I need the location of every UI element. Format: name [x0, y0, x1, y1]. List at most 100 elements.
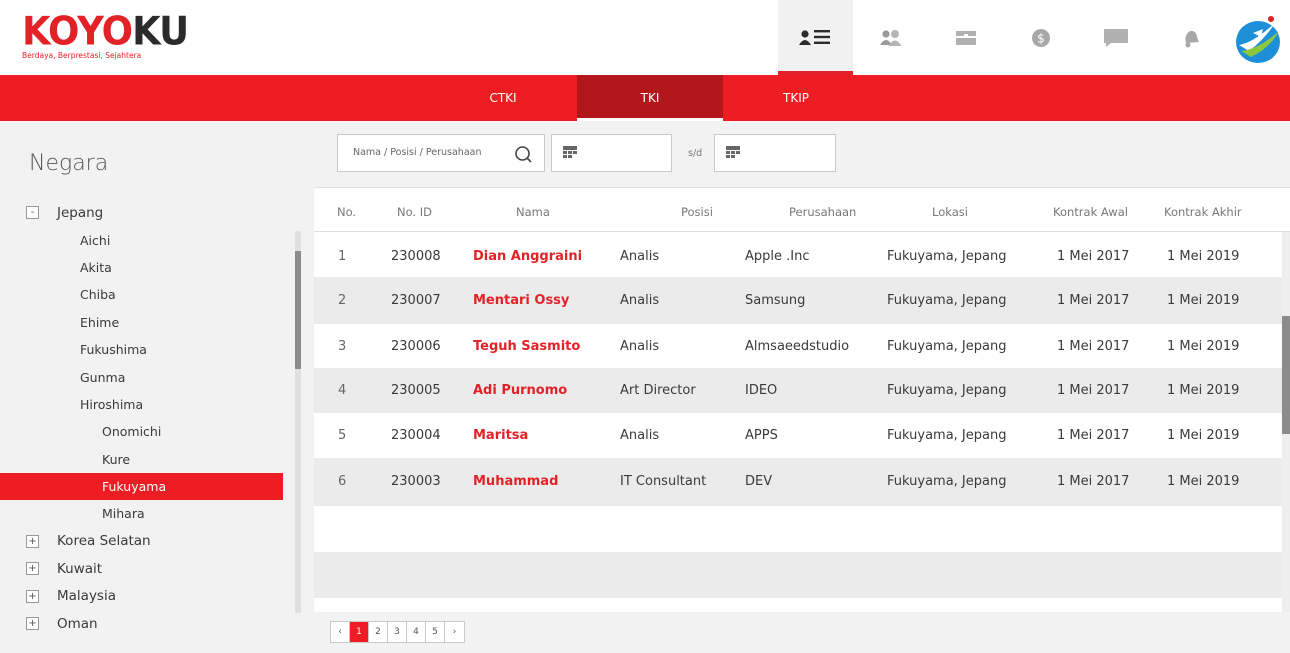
nav-people-button[interactable] [853, 0, 928, 75]
cell-kontrak-awal: 1 Mei 2017 [1057, 338, 1130, 354]
tree-item-kuwait[interactable]: + Kuwait [0, 555, 283, 582]
nav-dollar-button[interactable]: $ [1003, 0, 1078, 75]
page-button-1[interactable]: 1 [350, 622, 369, 642]
cell-nama[interactable]: Adi Purnomo [473, 383, 567, 398]
calendar-icon [563, 146, 577, 158]
dollar-icon: $ [1031, 28, 1050, 47]
table-row-empty [314, 506, 1284, 552]
search-input[interactable]: Nama / Posisi / Perusahaan [337, 134, 545, 172]
search-placeholder: Nama / Posisi / Perusahaan [353, 147, 482, 158]
page-button-3[interactable]: 3 [388, 622, 407, 642]
cell-kontrak-akhir: 1 Mei 2019 [1167, 382, 1240, 398]
page-prev-button[interactable]: ‹ [331, 622, 350, 642]
cell-nama[interactable]: Muhammad [473, 474, 558, 489]
cell-id: 230008 [391, 249, 441, 264]
date-from-field[interactable] [551, 134, 672, 172]
col-header-kontrak-awal[interactable]: Kontrak Awal [1053, 205, 1128, 219]
table-row[interactable]: 2 230007 Mentari Ossy Analis Samsung Fukuyama… [314, 277, 1284, 324]
col-header-perusahaan[interactable]: Perusahaan [789, 205, 856, 219]
tree-item-kure[interactable]: Kure [0, 446, 283, 473]
tree-item-fukushima[interactable]: Fukushima [0, 336, 283, 363]
nav-brand-button[interactable] [1228, 0, 1290, 75]
collapse-toggle[interactable]: - [26, 206, 39, 220]
tree-item-label: Akita [80, 259, 112, 275]
cell-kontrak-awal: 1 Mei 2017 [1057, 249, 1130, 264]
svg-text:$: $ [1037, 31, 1045, 45]
pagination: ‹ 1 2 3 4 5 › [330, 621, 465, 643]
sidebar-scrollbar-thumb[interactable] [295, 251, 301, 369]
expand-toggle[interactable]: + [26, 617, 39, 631]
tree-item-aichi[interactable]: Aichi [0, 226, 283, 253]
page-button-2[interactable]: 2 [369, 622, 388, 642]
card-icon [955, 30, 976, 45]
tree-item-mihara[interactable]: Mihara [0, 500, 283, 527]
sidebar-title: Negara [29, 151, 109, 176]
tab-tkip[interactable]: TKIP [723, 75, 869, 121]
tree-item-oman[interactable]: + Oman [0, 610, 283, 637]
tree-item-label: Fukushima [80, 342, 147, 358]
cell-kontrak-akhir: 1 Mei 2019 [1167, 292, 1240, 308]
table-row[interactable]: 6 230003 Muhammad IT Consultant DEV Fukuyama,… [314, 458, 1284, 506]
nav-chat-button[interactable] [1078, 0, 1153, 75]
expand-toggle[interactable]: + [26, 562, 39, 576]
page-next-button[interactable]: › [445, 622, 464, 642]
tree-item-label: Kure [102, 451, 131, 467]
country-sidebar: Negara - Jepang Aichi Akita Chiba Ehime Fukush… [0, 121, 314, 653]
tree-item-jepang[interactable]: - Jepang [0, 199, 283, 226]
tree-item-ehime[interactable]: Ehime [0, 309, 283, 336]
col-header-kontrak-akhir[interactable]: Kontrak Akhir [1164, 205, 1242, 219]
page-button-4[interactable]: 4 [407, 622, 426, 642]
table-row[interactable]: 3 230006 Teguh Sasmito Analis Almsaeedstudio… [314, 324, 1284, 369]
cell-kontrak-awal: 1 Mei 2017 [1057, 382, 1130, 398]
cell-kontrak-awal: 1 Mei 2017 [1057, 292, 1130, 308]
col-header-id[interactable]: No. ID [397, 205, 432, 219]
cell-no: 6 [338, 474, 347, 489]
tree-item-hiroshima[interactable]: Hiroshima [0, 391, 283, 418]
tab-tki[interactable]: TKI [577, 75, 723, 121]
tree-item-akita[interactable]: Akita [0, 254, 283, 281]
nav-card-button[interactable] [928, 0, 1003, 75]
bell-icon [1185, 30, 1199, 47]
expand-toggle[interactable]: + [26, 589, 39, 603]
cell-nama[interactable]: Dian Anggraini [473, 249, 582, 264]
brand-logo[interactable]: KOYOKU Berdaya, Berprestasi, Sejahtera [22, 11, 189, 60]
tree-item-label: Oman [57, 615, 98, 632]
cell-nama[interactable]: Teguh Sasmito [473, 339, 580, 354]
date-to-field[interactable] [714, 134, 837, 172]
table-scrollbar-thumb[interactable] [1282, 316, 1290, 434]
tree-item-onomichi[interactable]: Onomichi [0, 418, 283, 445]
cell-perusahaan: APPS [745, 427, 778, 443]
main-content: Nama / Posisi / Perusahaan s/d No. No. I… [314, 121, 1290, 653]
nav-bell-button[interactable] [1153, 0, 1228, 75]
cell-kontrak-awal: 1 Mei 2017 [1057, 427, 1130, 443]
table-row[interactable]: 4 230005 Adi Purnomo Art Director IDEO Fukuya… [314, 368, 1284, 413]
tree-item-korea-selatan[interactable]: + Korea Selatan [0, 528, 283, 555]
tree-item-fukuyama[interactable]: Fukuyama [0, 472, 283, 501]
cell-posisi: IT Consultant [620, 474, 707, 489]
cell-nama[interactable]: Mentari Ossy [473, 293, 569, 308]
cell-kontrak-akhir: 1 Mei 2019 [1167, 474, 1240, 489]
expand-toggle[interactable]: + [26, 534, 39, 548]
tki-table: No. No. ID Nama Posisi Perusahaan Lokasi… [314, 187, 1290, 612]
cell-no: 5 [338, 427, 347, 443]
table-row[interactable]: 1 230008 Dian Anggraini Analis Apple .Inc Fuk… [314, 235, 1284, 279]
list-icon [798, 29, 830, 45]
brand-logo-icon [1236, 15, 1280, 63]
calendar-icon [726, 146, 741, 158]
tree-item-chiba[interactable]: Chiba [0, 281, 283, 308]
col-header-no[interactable]: No. [337, 205, 356, 219]
nav-list-button[interactable] [778, 0, 853, 75]
table-row[interactable]: 5 230004 Maritsa Analis APPS Fukuyama, Jepang… [314, 413, 1284, 458]
col-header-lokasi[interactable]: Lokasi [932, 205, 968, 219]
tab-ctki[interactable]: CTKI [430, 75, 576, 121]
col-header-posisi[interactable]: Posisi [681, 205, 713, 219]
page-button-5[interactable]: 5 [426, 622, 445, 642]
col-header-nama[interactable]: Nama [516, 205, 550, 219]
search-icon[interactable] [514, 145, 534, 165]
tree-item-malaysia[interactable]: + Malaysia [0, 582, 283, 609]
cell-nama[interactable]: Maritsa [473, 428, 528, 443]
cell-id: 230004 [391, 427, 441, 443]
cell-no: 4 [338, 382, 347, 398]
tree-item-label: Gunma [80, 369, 126, 385]
tree-item-gunma[interactable]: Gunma [0, 363, 283, 390]
